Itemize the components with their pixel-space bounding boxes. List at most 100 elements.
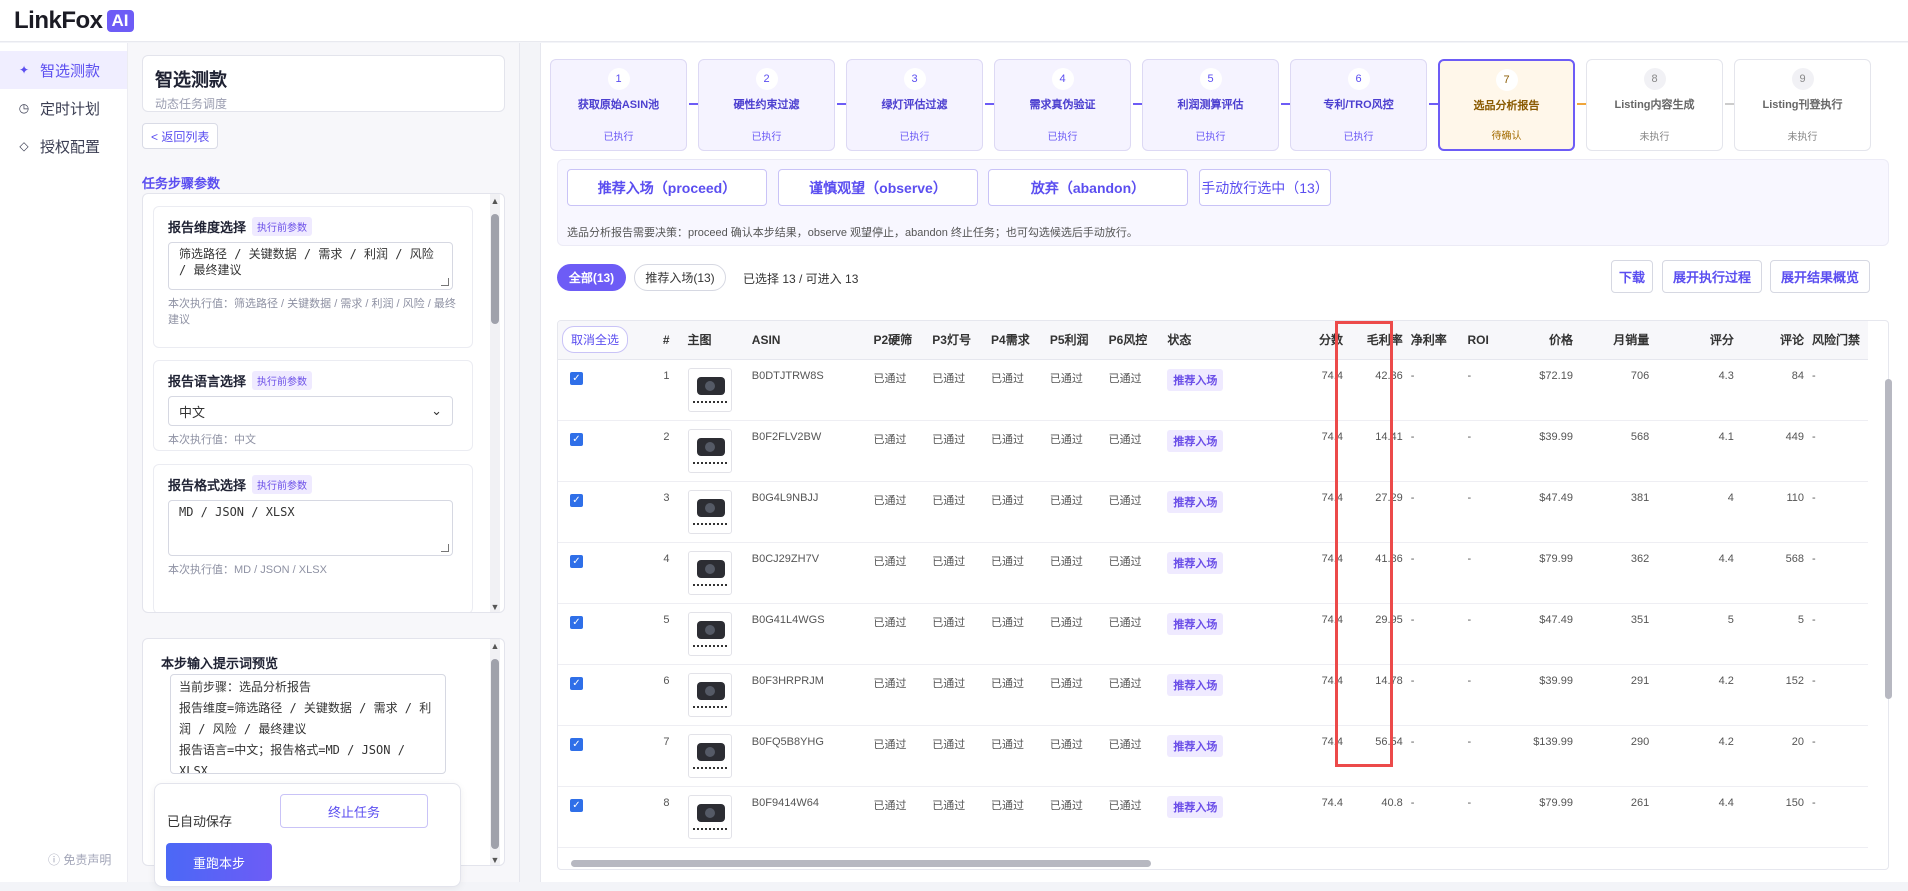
row-checkbox[interactable]: ✓ xyxy=(570,798,583,812)
cell-select: ✓ xyxy=(558,420,651,482)
step-2[interactable]: 2 硬性约束过滤 已执行 xyxy=(698,59,835,151)
step-8[interactable]: 8 Listing内容生成 未执行 xyxy=(1586,59,1723,151)
product-image-device xyxy=(696,742,725,761)
abandon-button[interactable]: 放弃（abandon） xyxy=(988,169,1188,206)
step-4[interactable]: 4 需求真伪验证 已执行 xyxy=(994,59,1131,151)
cell-p3: 已通过 xyxy=(928,725,988,787)
filter-recommended-pill[interactable]: 推荐入场(13) xyxy=(634,264,726,291)
param-card-format: 报告格式选择 执行前参数 MD / JSON / XLSX 本次执行值：MD / … xyxy=(153,464,473,612)
cell-p3: 已通过 xyxy=(928,786,988,848)
task-panel: 智选测款 动态任务调度 < 返回列表 任务步骤参数 报告维度选择 执行前参数 筛选… xyxy=(128,43,520,887)
proceed-button[interactable]: 推荐入场（proceed） xyxy=(567,169,767,206)
filter-all-pill[interactable]: 全部(13) xyxy=(557,264,626,291)
sidebar-item-smart-selection[interactable]: ✦ 智选测款 xyxy=(0,51,127,89)
row-checkbox[interactable]: ✓ xyxy=(570,737,583,751)
table-row[interactable]: ✓ 3 B0G4L9NBJJ 已通过 已通过 已通过 已通过 已通过 推荐入场 74.4 27.29… xyxy=(558,481,1868,543)
row-checkbox[interactable]: ✓ xyxy=(570,493,583,507)
scrollbar-thumb[interactable] xyxy=(1885,379,1892,699)
table-vertical-scrollbar[interactable] xyxy=(1883,363,1893,891)
stop-task-button[interactable]: 终止任务 xyxy=(280,794,428,828)
sidebar-item-auth[interactable]: ◇ 授权配置 xyxy=(0,127,127,165)
dimension-textarea[interactable]: 筛选路径 / 关键数据 / 需求 / 利润 / 风险 / 最终建议 xyxy=(168,242,453,290)
scroll-down-icon[interactable]: ▼ xyxy=(490,602,500,612)
step-name: 硬性约束过滤 xyxy=(733,99,800,111)
prompt-preview-textarea[interactable]: 当前步骤：选品分析报告 报告维度=筛选路径 / 关键数据 / 需求 / 利润 /… xyxy=(170,674,446,774)
scroll-down-icon[interactable]: ▼ xyxy=(490,855,500,865)
format-textarea[interactable]: MD / JSON / XLSX xyxy=(168,500,453,556)
sidebar-item-schedule[interactable]: ◷ 定时计划 xyxy=(0,89,127,127)
table-horizontal-scrollbar[interactable] xyxy=(557,857,1889,869)
observe-button[interactable]: 谨慎观望（observe） xyxy=(778,169,978,206)
product-image-device xyxy=(696,559,725,578)
rerun-step-button[interactable]: 重跑本步 xyxy=(166,843,272,881)
row-checkbox[interactable]: ✓ xyxy=(570,432,583,446)
expand-process-button[interactable]: 展开执行过程 xyxy=(1662,260,1762,293)
download-button[interactable]: 下载 xyxy=(1611,260,1653,293)
cell-p5: 已通过 xyxy=(1045,725,1105,787)
step-status: 已执行 xyxy=(1047,132,1078,143)
params-scrollbar[interactable]: ▲ ▼ xyxy=(490,194,500,612)
product-thumbnail[interactable] xyxy=(687,367,732,412)
cell-sales: 706 xyxy=(1576,359,1654,421)
cell-roi: - xyxy=(1463,481,1514,543)
step-status: 已执行 xyxy=(1195,132,1226,143)
product-thumbnail[interactable] xyxy=(687,794,732,839)
step-status: 已执行 xyxy=(751,132,782,143)
table-row[interactable]: ✓ 6 B0F3HRPRJM 已通过 已通过 已通过 已通过 已通过 推荐入场 74.4 14.78… xyxy=(558,664,1868,726)
cell-asin: B0F9414W64 xyxy=(747,786,870,848)
table-row[interactable]: ✓ 1 B0DTJTRW8S 已通过 已通过 已通过 已通过 已通过 推荐入场 74.4 42.36… xyxy=(558,359,1868,421)
cell-asin: B0G4L9NBJJ xyxy=(747,481,870,543)
cell-p6: 已通过 xyxy=(1104,603,1164,665)
table-row[interactable]: ✓ 5 B0G41L4WGS 已通过 已通过 已通过 已通过 已通过 推荐入场 74.4 29.95… xyxy=(558,603,1868,665)
cell-net-margin: - xyxy=(1406,481,1464,543)
step-3[interactable]: 3 绿灯评估过滤 已执行 xyxy=(846,59,983,151)
cell-index: 6 xyxy=(650,664,674,726)
cell-index: 5 xyxy=(650,603,674,665)
product-thumbnail[interactable] xyxy=(687,733,732,778)
step-9[interactable]: 9 Listing刊登执行 未执行 xyxy=(1734,59,1871,151)
scrollbar-thumb[interactable] xyxy=(571,860,1151,867)
cell-score: 74.4 xyxy=(1305,725,1347,787)
scroll-up-icon[interactable]: ▲ xyxy=(490,641,500,651)
step-6[interactable]: 6 专利/TRO风控 已执行 xyxy=(1290,59,1427,151)
row-checkbox[interactable]: ✓ xyxy=(570,615,583,629)
scrollbar-thumb[interactable] xyxy=(491,214,499,324)
cell-score: 74.4 xyxy=(1305,786,1347,848)
deselect-all-button[interactable]: 取消全选 xyxy=(562,326,629,354)
table-row[interactable]: ✓ 4 B0CJ29ZH7V 已通过 已通过 已通过 已通过 已通过 推荐入场 74.4 41.86… xyxy=(558,542,1868,604)
product-thumbnail[interactable] xyxy=(687,489,732,534)
disclaimer-link[interactable]: ⓘ 免责声明 xyxy=(48,851,111,868)
step-1[interactable]: 1 获取原始ASIN池 已执行 xyxy=(550,59,687,151)
step-5[interactable]: 5 利润测算评估 已执行 xyxy=(1142,59,1279,151)
cell-risk: - xyxy=(1808,420,1868,482)
table-header-score: 分数 xyxy=(1305,321,1347,360)
preview-scrollbar[interactable]: ▲ ▼ xyxy=(490,639,500,865)
row-checkbox[interactable]: ✓ xyxy=(570,676,583,690)
step-7[interactable]: 7 选品分析报告 待确认 xyxy=(1438,59,1575,151)
table-row[interactable]: ✓ 7 B0FQ5B8YHG 已通过 已通过 已通过 已通过 已通过 推荐入场 74.4 56.54… xyxy=(558,725,1868,787)
scroll-up-icon[interactable]: ▲ xyxy=(490,196,500,206)
cell-rating: 4.2 xyxy=(1653,725,1738,787)
cell-p3: 已通过 xyxy=(928,481,988,543)
table-row[interactable]: ✓ 8 B0F9414W64 已通过 已通过 已通过 已通过 已通过 推荐入场 74.4 40.8-… xyxy=(558,786,1868,848)
row-checkbox[interactable]: ✓ xyxy=(570,554,583,568)
product-thumbnail[interactable] xyxy=(687,550,732,595)
expand-overview-button[interactable]: 展开结果概览 xyxy=(1770,260,1870,293)
product-thumbnail[interactable] xyxy=(687,672,732,717)
product-image-accessories xyxy=(692,461,727,468)
row-checkbox[interactable]: ✓ xyxy=(570,371,583,385)
language-select[interactable]: 中文 ⌄ xyxy=(168,396,453,426)
manual-release-button[interactable]: 手动放行选中（13） xyxy=(1199,169,1331,206)
page-title: 智选测款 xyxy=(155,70,227,90)
cell-p4: 已通过 xyxy=(987,664,1046,726)
table-row[interactable]: ✓ 2 B0F2FLV2BW 已通过 已通过 已通过 已通过 已通过 推荐入场 74.4 14.41… xyxy=(558,420,1868,482)
scrollbar-thumb[interactable] xyxy=(491,659,499,849)
cell-reviews: 150 xyxy=(1737,786,1808,848)
product-thumbnail[interactable] xyxy=(687,611,732,656)
cell-price: $39.99 xyxy=(1513,420,1577,482)
back-to-list-button[interactable]: < 返回列表 xyxy=(142,123,219,149)
cell-roi: - xyxy=(1463,542,1514,604)
cell-select: ✓ xyxy=(558,725,651,787)
cell-p5: 已通过 xyxy=(1045,664,1105,726)
product-thumbnail[interactable] xyxy=(687,428,732,473)
